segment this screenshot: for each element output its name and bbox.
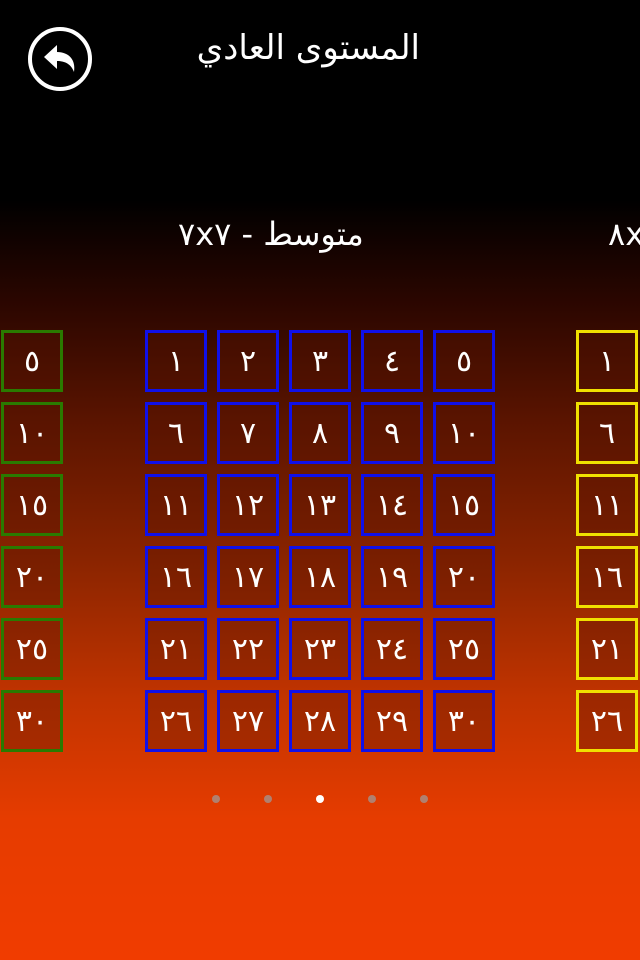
level-button[interactable]: ١٢ [217, 474, 279, 536]
level-button[interactable]: ٢٧ [217, 690, 279, 752]
level-button[interactable]: ١٥ [433, 474, 495, 536]
level-button[interactable]: ٥ [1, 330, 63, 392]
level-button[interactable]: ١٤ [361, 474, 423, 536]
level-button[interactable]: ٣٠ [1, 690, 63, 752]
level-button[interactable]: ١٨ [289, 546, 351, 608]
page-indicator [0, 795, 640, 803]
level-button[interactable]: ١٦ [145, 546, 207, 608]
level-button[interactable]: ٣٠ [433, 690, 495, 752]
current-page-grid: ١ ٢ ٣ ٤ ٥ ٦ ٧ ٨ ٩ ١٠ ١١ ١٢ ١٣ ١٤ ١٥ ١٦ ١٧ ١٨ ١٩ ٢٠ ٢١ ٢٢ ٢٣ ٢٤ ٢… [145, 330, 495, 752]
page-label-next: ٨x [608, 215, 640, 253]
level-button[interactable]: ٢٣ [289, 618, 351, 680]
page-dot[interactable] [212, 795, 220, 803]
previous-page-grid: ٥ ١٠ ١٥ ٢٠ ٢٥ ٣٠ [1, 330, 63, 752]
level-button[interactable]: ٤ [361, 330, 423, 392]
level-button[interactable]: ١٦ [576, 546, 638, 608]
level-button[interactable]: ٢٦ [576, 690, 638, 752]
level-button[interactable]: ٦ [576, 402, 638, 464]
level-button[interactable]: ١ [576, 330, 638, 392]
level-button[interactable]: ٣ [289, 330, 351, 392]
level-button[interactable]: ٢٠ [433, 546, 495, 608]
level-button[interactable]: ١٥ [1, 474, 63, 536]
level-button[interactable]: ٨ [289, 402, 351, 464]
level-button[interactable]: ٥ [433, 330, 495, 392]
level-button[interactable]: ٢٩ [361, 690, 423, 752]
page-title: المستوى العادي [196, 28, 420, 68]
back-arrow-icon [44, 45, 75, 72]
level-button[interactable]: ١٩ [361, 546, 423, 608]
next-page-grid: ١ ٦ ١١ ١٦ ٢١ ٢٦ [576, 330, 638, 752]
level-button[interactable]: ٢٤ [361, 618, 423, 680]
level-button[interactable]: ٢١ [145, 618, 207, 680]
level-button[interactable]: ٢٦ [145, 690, 207, 752]
page-label-current: متوسط - ٧x٧ [178, 215, 364, 253]
page-dot[interactable] [368, 795, 376, 803]
level-button[interactable]: ١٣ [289, 474, 351, 536]
level-button[interactable]: ١١ [576, 474, 638, 536]
back-button[interactable] [28, 27, 92, 91]
level-button[interactable]: ١١ [145, 474, 207, 536]
level-button[interactable]: ١ [145, 330, 207, 392]
level-button[interactable]: ١٠ [1, 402, 63, 464]
page-dot[interactable] [264, 795, 272, 803]
page-dot[interactable] [316, 795, 324, 803]
level-button[interactable]: ٢٠ [1, 546, 63, 608]
level-button[interactable]: ٢٥ [433, 618, 495, 680]
level-button[interactable]: ٢ [217, 330, 279, 392]
page-dot[interactable] [420, 795, 428, 803]
level-button[interactable]: ١٧ [217, 546, 279, 608]
level-button[interactable]: ٢٢ [217, 618, 279, 680]
level-button[interactable]: ٢١ [576, 618, 638, 680]
level-button[interactable]: ٦ [145, 402, 207, 464]
level-button[interactable]: ٧ [217, 402, 279, 464]
level-button[interactable]: ٢٨ [289, 690, 351, 752]
level-button[interactable]: ١٠ [433, 402, 495, 464]
level-button[interactable]: ٩ [361, 402, 423, 464]
level-button[interactable]: ٢٥ [1, 618, 63, 680]
